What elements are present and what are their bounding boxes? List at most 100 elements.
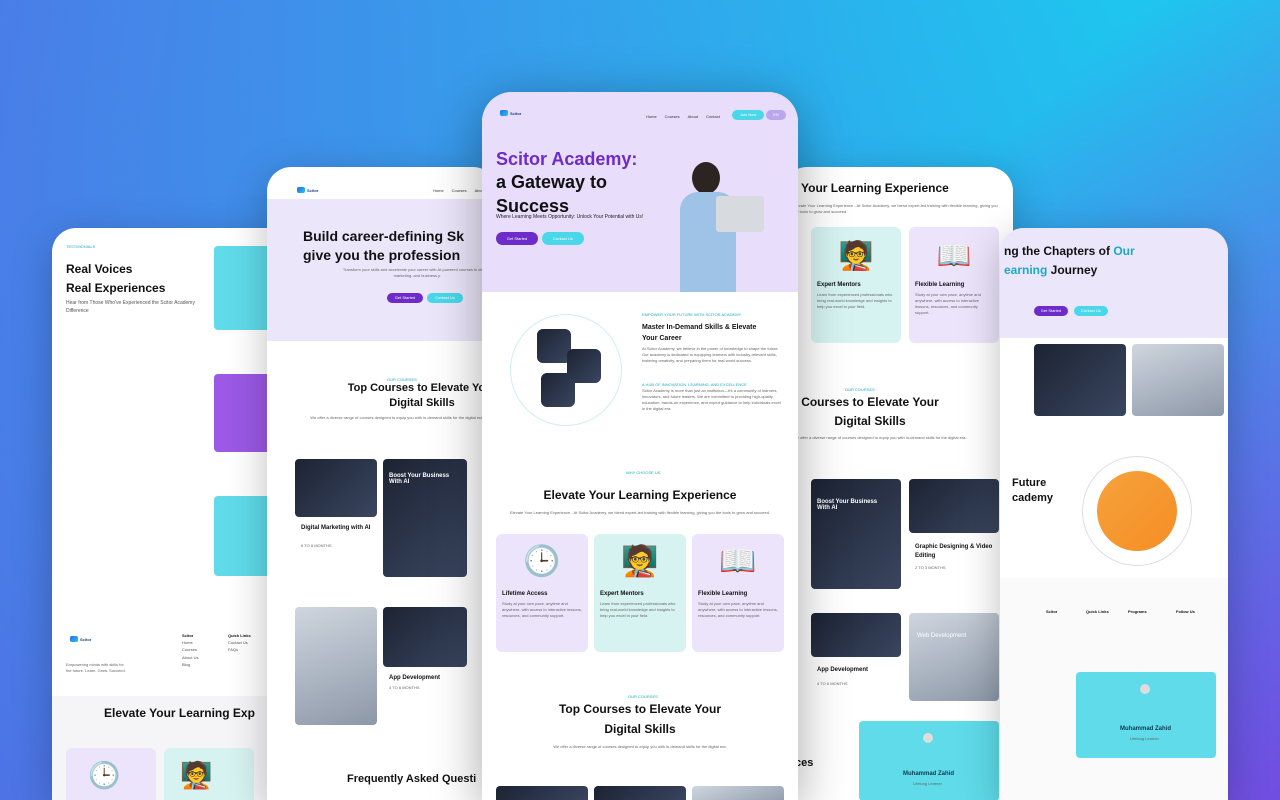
logo-text: Scitor	[307, 187, 319, 193]
join-now-button[interactable]: Join Now	[732, 110, 764, 120]
course-image[interactable]	[692, 786, 784, 800]
footer-link[interactable]: Courses	[182, 646, 198, 653]
avatar	[1140, 684, 1150, 694]
future-title-line2: cademy	[1012, 492, 1053, 505]
course-image-web-dev[interactable]	[909, 613, 999, 701]
hero-title-line1: Scitor Academy:	[496, 149, 638, 169]
footer-link[interactable]: About Us	[182, 654, 198, 661]
footer-link[interactable]: Contact Us	[228, 639, 251, 646]
footer-col-scitor: Scitor	[1046, 608, 1057, 615]
nav-home[interactable]: Home	[433, 188, 444, 193]
course-title[interactable]: App Development	[817, 667, 868, 673]
feature-card-flexible-learning: 📖 Flexible Learning Study at your own pa…	[909, 227, 999, 343]
courses-title-line1: Top Courses to Elevate Your	[558, 702, 722, 716]
feature-card-expert-mentors: 🧑‍🏫 Expert Mentors Learn from experience…	[811, 227, 901, 343]
feature-title: Flexible Learning	[698, 591, 748, 597]
image-ring	[510, 314, 622, 426]
logo-text: Scitor	[80, 636, 92, 642]
contact-us-button[interactable]: Contact Us	[1074, 306, 1108, 316]
testimonial-card: Muhammad Zahid Lifelong Learner	[859, 721, 999, 800]
footer-col-programs: Programs	[1128, 608, 1147, 615]
nav-courses[interactable]: Courses	[665, 114, 680, 119]
get-started-button[interactable]: Get Started	[1034, 306, 1068, 316]
nav-courses[interactable]: Courses	[452, 188, 467, 193]
get-started-button[interactable]: Get Started	[496, 232, 538, 245]
hero-title-line1: ng the Chapters of	[1004, 244, 1114, 258]
get-started-button[interactable]: Get Started	[387, 293, 423, 303]
hero-subtitle: Where Learning Meets Opportunity: Unlock…	[496, 214, 644, 220]
footer-link[interactable]: Blog	[182, 661, 198, 668]
hero-student-image	[658, 162, 768, 292]
course-image[interactable]	[496, 786, 588, 800]
master-title-line1: Master In-Demand Skills & Elevate	[642, 324, 757, 331]
nav-home[interactable]: Home	[646, 114, 657, 119]
footer-col-quick-links: Quick Links Contact Us FAQs	[228, 632, 251, 654]
top-nav: Home Courses About Contact	[646, 114, 720, 119]
logo-icon	[70, 636, 78, 642]
feature-card-lifetime-access: 🕒 Lifetime Access Study at your own pace…	[496, 534, 588, 652]
testimonial-role: Lifelong Learner	[913, 781, 942, 786]
elevate-title: Elevate Your Learning Experience	[543, 488, 737, 502]
master-paragraph-2: Scitor Academy is more than just an inst…	[642, 388, 781, 411]
master-paragraph: At Scitor Academy, we believe in the pow…	[642, 346, 779, 363]
hero-image-team	[1132, 344, 1224, 416]
preview-card-learning: Your Learning Experience Elevate Your Le…	[783, 167, 1013, 800]
footer-link[interactable]: Home	[182, 639, 198, 646]
courses-title: Courses to Elevate Your Digital Skills	[795, 393, 945, 431]
nav-contact[interactable]: Contact	[706, 114, 720, 119]
course-overlay-text: Web Development	[917, 633, 967, 639]
course-image-digital-marketing[interactable]	[295, 459, 377, 517]
course-image-graphic-design[interactable]	[909, 479, 999, 533]
feature-title: Flexible Learning	[915, 282, 965, 288]
footer-col-scitor: Scitor Home Courses About Us Blog	[182, 632, 198, 668]
courses-title-line1: Courses to Elevate Your	[801, 395, 939, 409]
course-image-app-dev[interactable]	[811, 613, 901, 657]
faq-title: Frequently Asked Questi	[347, 773, 477, 785]
testimonial-name: Muhammad Zahid	[1120, 726, 1172, 732]
about-image	[1097, 471, 1177, 551]
contact-us-button[interactable]: Contact Us	[542, 232, 584, 245]
course-duration: 4 TO 6 MONTHS	[817, 681, 848, 686]
course-image-business-ai[interactable]	[811, 479, 901, 589]
contact-us-button[interactable]: Contact Us	[427, 293, 463, 303]
feature-card-flexible-learning: 📖 Flexible Learning Study at your own pa…	[692, 534, 784, 652]
courses-desc: We offer a diverse range of courses desi…	[793, 435, 967, 440]
preview-card-testimonials: TESTIMONIALS Real Voices Real Experience…	[52, 228, 292, 800]
testimonial-name: Muhammad Zahid	[903, 771, 955, 777]
feature-desc: Study at your own pace, anytime and anyw…	[698, 601, 778, 618]
master-title: Master In-Demand Skills & Elevate Your C…	[642, 322, 792, 344]
feature-title: Expert Mentors	[600, 591, 644, 597]
footer-col-follow: Follow Us	[1176, 608, 1195, 615]
course-duration: 6 TO 8 MONTHS	[301, 543, 332, 548]
course-image-app-dev[interactable]	[383, 607, 467, 667]
hero-title-line2: a Gateway to	[496, 172, 608, 193]
course-title[interactable]: App Development	[389, 675, 440, 681]
course-image-notebook[interactable]	[295, 607, 377, 725]
header-logo: Scitor	[500, 110, 521, 116]
logo-text: Scitor	[510, 110, 522, 116]
hero-title-accent: Our	[1113, 244, 1135, 258]
feature-desc: Learn from experienced professionals who…	[600, 601, 676, 618]
hero-title: ng the Chapters of Our earning Journey	[1004, 242, 1135, 280]
tech-image	[537, 329, 571, 363]
course-image[interactable]	[594, 786, 686, 800]
mentor-icon: 🧑‍🏫	[621, 545, 659, 578]
feature-desc: Study at your own pace, anytime and anyw…	[915, 292, 981, 315]
nav-about[interactable]: About	[688, 114, 698, 119]
courses-desc: We offer a diverse range of courses desi…	[310, 415, 484, 420]
feature-title: Lifetime Access	[502, 591, 548, 597]
course-title[interactable]: Digital Marketing with AI	[301, 525, 371, 531]
hero-desc: Transform your skills and accelerate you…	[342, 267, 492, 278]
feature-title: Expert Mentors	[817, 282, 861, 288]
courses-title-line2: Digital Skills	[834, 414, 906, 429]
course-title[interactable]: Graphic Designing & Video Editing	[915, 543, 995, 561]
footer-col-title: Follow Us	[1176, 609, 1195, 614]
footer-link[interactable]: FAQs	[228, 646, 251, 653]
footer-col-title: Programs	[1128, 609, 1147, 614]
language-toggle[interactable]: EN	[766, 110, 786, 120]
bottom-title: Elevate Your Learning Exp	[104, 706, 255, 720]
future-title-line1: Future	[1012, 477, 1047, 489]
feature-card-expert-mentors: 🧑‍🏫 Expert Mentors Learn from experience…	[594, 534, 686, 652]
tech-image	[541, 373, 575, 407]
logo-icon	[297, 187, 305, 193]
